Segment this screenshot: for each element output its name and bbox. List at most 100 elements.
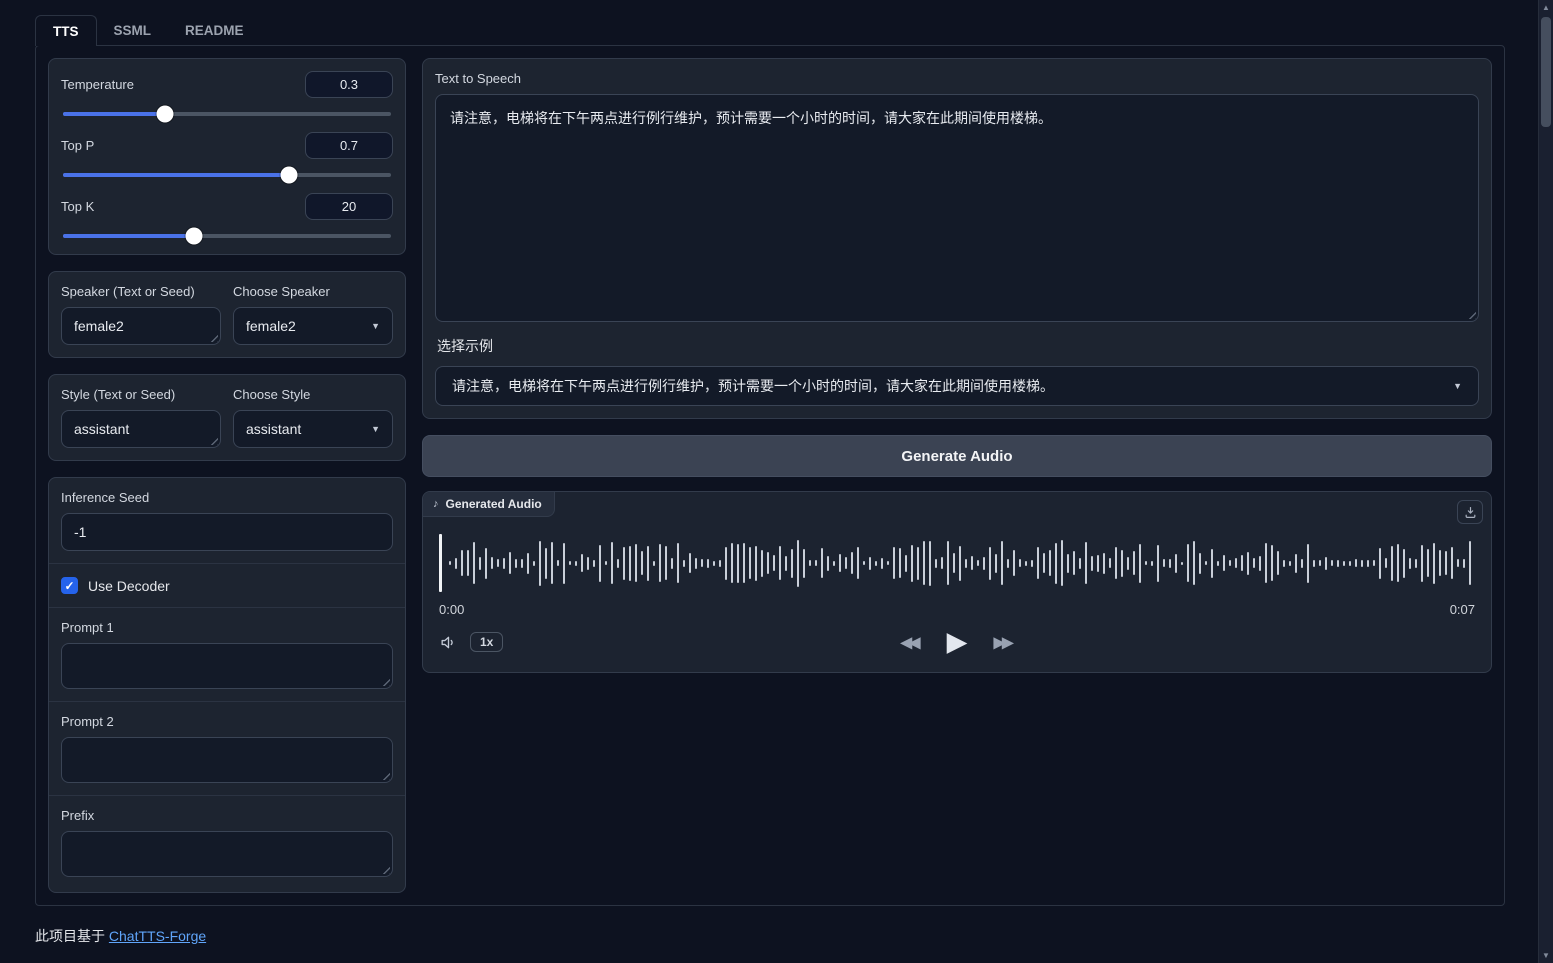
temperature-slider-block: Temperature — [61, 71, 393, 116]
choose-speaker-dropdown[interactable]: female2 ▼ — [233, 307, 393, 345]
inference-seed-input[interactable] — [61, 513, 393, 551]
waveform-bar — [1463, 559, 1466, 568]
waveform-bar — [1001, 541, 1004, 585]
prompt2-textarea[interactable] — [61, 737, 393, 783]
prompt2-label: Prompt 2 — [61, 714, 393, 729]
forward-button[interactable]: ▶▶ — [993, 632, 1014, 652]
waveform-bar — [641, 551, 644, 575]
tab-tts[interactable]: TTS — [35, 15, 97, 46]
waveform-bar — [1085, 542, 1088, 584]
waveform-bar — [935, 559, 938, 568]
waveform-bar — [557, 560, 560, 566]
tab-readme[interactable]: README — [168, 15, 261, 46]
waveform-bar — [1013, 550, 1016, 576]
chevron-down-icon: ▼ — [371, 321, 380, 331]
waveform-bar — [1445, 551, 1448, 575]
waveform-bar — [503, 558, 506, 569]
prefix-label: Prefix — [61, 808, 393, 823]
prompt1-textarea[interactable] — [61, 643, 393, 689]
waveform-bar — [995, 554, 998, 573]
waveform-bar — [815, 560, 818, 566]
waveform-bar — [1169, 559, 1172, 568]
waveform-bar — [527, 553, 530, 574]
playback-speed-button[interactable]: 1x — [470, 632, 503, 652]
style-seed-input[interactable] — [61, 410, 221, 448]
waveform-bar — [617, 559, 620, 568]
temperature-slider-track[interactable] — [63, 112, 391, 116]
waveform[interactable] — [439, 526, 1475, 600]
waveform-bar — [761, 550, 764, 577]
top-k-label: Top K — [61, 199, 94, 214]
top-p-slider-track[interactable] — [63, 173, 391, 177]
use-decoder-row[interactable]: ✓ Use Decoder — [49, 564, 405, 607]
waveform-bar — [521, 559, 524, 568]
waveform-bar — [623, 547, 626, 580]
misc-panel: Inference Seed ✓ Use Decoder Prompt 1 — [48, 477, 406, 893]
play-button[interactable]: ▶ — [947, 629, 968, 656]
waveform-bar — [839, 554, 842, 572]
waveform-bar — [587, 557, 590, 570]
waveform-bar — [899, 548, 902, 578]
waveform-bar — [875, 561, 878, 566]
example-dropdown-value: 请注意，电梯将在下午两点进行例行维护，预计需要一个小时的时间，请大家在此期间使用… — [452, 376, 1054, 396]
prefix-textarea[interactable] — [61, 831, 393, 877]
scrollbar[interactable]: ▲ ▼ — [1538, 0, 1553, 963]
speaker-seed-input[interactable] — [61, 307, 221, 345]
waveform-bar — [1157, 545, 1160, 582]
rewind-button[interactable]: ◀◀ — [900, 632, 921, 652]
volume-button[interactable] — [439, 633, 458, 652]
top-p-value-input[interactable] — [305, 132, 393, 159]
tts-text-label: Text to Speech — [435, 71, 1479, 86]
waveform-bar — [947, 541, 950, 585]
waveform-bar — [1025, 561, 1028, 566]
top-k-value-input[interactable] — [305, 193, 393, 220]
waveform-bar — [1223, 555, 1226, 571]
tab-ssml[interactable]: SSML — [97, 15, 169, 46]
waveform-bar — [1043, 553, 1046, 573]
generated-audio-tab-label: Generated Audio — [446, 497, 542, 511]
waveform-bar — [1361, 560, 1364, 567]
waveform-bar — [779, 546, 782, 580]
temperature-value-input[interactable] — [305, 71, 393, 98]
example-dropdown[interactable]: 请注意，电梯将在下午两点进行例行维护，预计需要一个小时的时间，请大家在此期间使用… — [435, 366, 1479, 406]
waveform-bar — [563, 543, 566, 584]
waveform-bar — [893, 547, 896, 579]
temperature-slider-handle[interactable] — [156, 106, 173, 123]
waveform-bar — [821, 548, 824, 578]
scroll-down-icon[interactable]: ▼ — [1539, 948, 1553, 963]
waveform-bar — [1331, 560, 1334, 566]
choose-style-dropdown[interactable]: assistant ▼ — [233, 410, 393, 448]
waveform-bar — [1199, 553, 1202, 574]
waveform-bar — [1451, 547, 1454, 579]
top-k-slider-handle[interactable] — [186, 228, 203, 245]
generated-audio-tab[interactable]: ♪ Generated Audio — [423, 492, 555, 517]
scroll-up-icon[interactable]: ▲ — [1539, 0, 1553, 15]
playhead-cursor[interactable] — [439, 534, 442, 592]
waveform-bar — [455, 558, 458, 569]
waveform-bar — [713, 561, 716, 566]
waveform-bar — [1397, 544, 1400, 582]
generate-audio-button[interactable]: Generate Audio — [422, 435, 1492, 477]
waveform-bar — [1379, 548, 1382, 579]
waveform-bar — [1145, 561, 1148, 565]
waveform-bar — [515, 559, 518, 568]
download-audio-button[interactable] — [1457, 500, 1483, 524]
waveform-bar — [1229, 560, 1232, 566]
waveform-bar — [1319, 560, 1322, 566]
waveform-bar — [791, 549, 794, 578]
temperature-slider-fill — [63, 112, 165, 116]
tts-text-input[interactable]: 请注意，电梯将在下午两点进行例行维护，预计需要一个小时的时间，请大家在此期间使用… — [435, 94, 1479, 322]
waveform-bar — [1019, 559, 1022, 567]
top-p-slider-handle[interactable] — [281, 167, 298, 184]
use-decoder-checkbox[interactable]: ✓ — [61, 577, 78, 594]
scrollbar-thumb[interactable] — [1541, 17, 1551, 127]
waveform-bar — [1385, 558, 1388, 568]
chattts-forge-link[interactable]: ChatTTS-Forge — [109, 928, 206, 944]
waveform-bar — [1139, 544, 1142, 583]
waveform-bar — [1109, 558, 1112, 568]
waveform-bar — [929, 541, 932, 586]
waveform-bar — [1055, 543, 1058, 584]
top-k-slider-track[interactable] — [63, 234, 391, 238]
waveform-bar — [1277, 551, 1280, 575]
waveform-bar — [683, 560, 686, 567]
